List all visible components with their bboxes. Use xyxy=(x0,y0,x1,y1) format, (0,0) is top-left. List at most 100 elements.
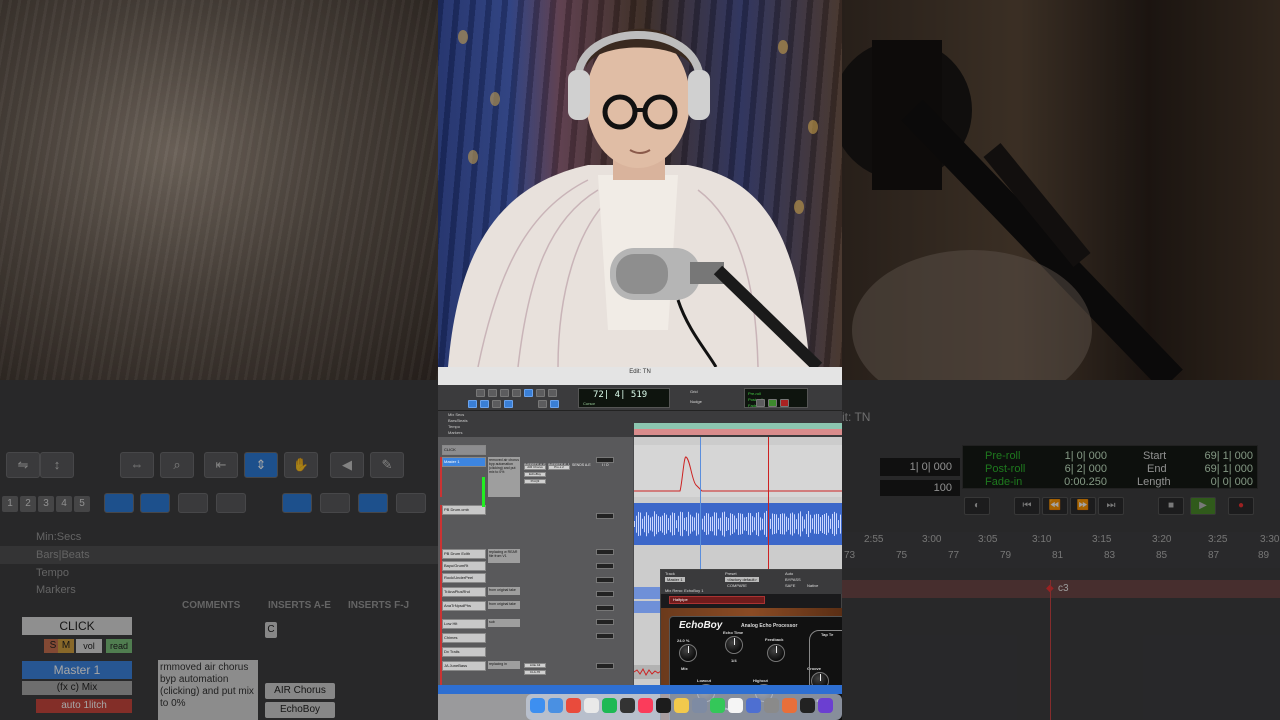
waveform-sample xyxy=(824,514,825,534)
safe-button[interactable]: SAFE xyxy=(785,583,795,588)
track-master[interactable]: Master 1 xyxy=(442,457,486,467)
feedback-knob[interactable] xyxy=(767,644,785,662)
drum-volume[interactable] xyxy=(596,513,614,519)
track-rock-underpeel[interactable]: Rock/UnderPeel xyxy=(442,573,486,583)
comment-master[interactable]: removed air chorus byp automation (click… xyxy=(488,457,520,497)
group-toggle-button[interactable] xyxy=(550,400,559,408)
track-volume-8[interactable] xyxy=(596,663,614,669)
grabber-tool-button[interactable] xyxy=(536,389,545,397)
plugin-preset-label: Preset xyxy=(725,571,737,576)
track-volume-7[interactable] xyxy=(596,633,614,639)
waveform-sample xyxy=(820,516,821,532)
track-volume-3[interactable] xyxy=(596,577,614,583)
app-icon-2[interactable] xyxy=(782,698,797,713)
insert-air-chorus[interactable]: AIR Chorus xyxy=(524,465,546,470)
plugin-preset-select[interactable]: <factory default> xyxy=(725,577,759,582)
settings-icon[interactable] xyxy=(764,698,779,713)
comment-tranaplus[interactable]: from original take xyxy=(488,587,520,595)
waveform-sample xyxy=(640,512,641,536)
calendar-icon[interactable] xyxy=(728,698,743,713)
app-icon-3[interactable] xyxy=(818,698,833,713)
insert-pro-l2[interactable]: Pro-L 2 xyxy=(548,465,570,470)
plugin-app-icon[interactable] xyxy=(656,698,671,713)
waveform-sample xyxy=(746,517,747,531)
track-bayu-grum[interactable]: Bayu/GrumRt xyxy=(442,561,486,571)
insert-cla-76[interactable]: CLA-76 xyxy=(524,670,546,675)
insert-little-alt[interactable]: Little Alt xyxy=(524,663,546,668)
track-volume-1[interactable] xyxy=(596,549,614,555)
waveform-sample xyxy=(676,519,677,529)
track-pb-drum-eclth[interactable]: PB Drum Eclth xyxy=(442,549,486,559)
folder-icon[interactable] xyxy=(674,698,689,713)
edit-toolbar: 72| 4| 519 Cursor Grid Nudge Pre-roll Po… xyxy=(438,385,842,411)
track-low-hit[interactable]: Low Hit xyxy=(442,619,486,629)
shuffle-mode-button[interactable] xyxy=(476,389,485,397)
insertion-follows-button[interactable] xyxy=(504,400,513,408)
waveform-sample xyxy=(764,513,765,535)
selector-tool-button[interactable] xyxy=(524,389,533,397)
record-button[interactable] xyxy=(780,399,789,407)
track-tranaplus[interactable]: TrAnaPlusRhd xyxy=(442,587,486,597)
spot-mode-button[interactable] xyxy=(488,389,497,397)
comment-low-hit[interactable]: sub xyxy=(488,619,520,627)
music-icon[interactable] xyxy=(638,698,653,713)
bypass-button[interactable]: BYPASS xyxy=(785,577,801,582)
play-button[interactable] xyxy=(768,399,777,407)
echo-time-knob[interactable] xyxy=(725,636,743,654)
pencil-tool-button[interactable] xyxy=(548,389,557,397)
waveform-sample xyxy=(642,519,643,529)
track-anatrnpsd[interactable]: AnaTrNpsdPhs xyxy=(442,601,486,611)
track-dx-trails[interactable]: Dx Trails xyxy=(442,647,486,657)
compare-button[interactable]: COMPARE xyxy=(727,583,747,588)
messages-icon[interactable] xyxy=(710,698,725,713)
app-icon-1[interactable] xyxy=(746,698,761,713)
track-click[interactable]: CLICK xyxy=(442,445,486,455)
main-counter[interactable]: 72| 4| 519 Cursor xyxy=(578,388,670,408)
track-volume-5[interactable] xyxy=(596,605,614,611)
trim-tool-button[interactable] xyxy=(512,389,521,397)
plugin-track-select[interactable]: Master 1 xyxy=(665,577,685,582)
link-timeline-button[interactable] xyxy=(492,400,501,408)
track-ja-junebass[interactable]: JA JuneBass xyxy=(442,661,486,671)
safari-icon[interactable] xyxy=(548,698,563,713)
volume-automation-curve xyxy=(634,456,842,492)
logic-icon[interactable] xyxy=(620,698,635,713)
waveform-sample xyxy=(806,513,807,535)
waveform-sample xyxy=(782,513,783,535)
track-pb-drum-cmb[interactable]: PB Drum.cmb xyxy=(442,505,486,515)
mix-knob[interactable] xyxy=(679,644,697,662)
pro-tools-icon[interactable] xyxy=(800,698,815,713)
notes-icon[interactable] xyxy=(584,698,599,713)
waveform-sample xyxy=(822,514,823,534)
master-volume[interactable] xyxy=(596,457,614,463)
insert-echoboy[interactable]: EchoBoy xyxy=(524,472,546,477)
edit-window: Mix Secs Bars/Beats Tempo Markers COMMEN… xyxy=(438,411,842,720)
stop-button[interactable] xyxy=(756,399,765,407)
zoom-tool-button[interactable] xyxy=(500,389,509,397)
insert-proq3[interactable]: ProQ3 xyxy=(524,479,546,484)
headphone-right-cup xyxy=(688,70,710,120)
comment-junebass[interactable]: replacing in xyxy=(488,661,520,669)
grid-mode-button[interactable] xyxy=(468,400,477,408)
track-volume-2[interactable] xyxy=(596,563,614,569)
waveform-sample xyxy=(646,511,647,537)
waveform-sample xyxy=(792,512,793,536)
system-icon[interactable] xyxy=(692,698,707,713)
track-volume-4[interactable] xyxy=(596,591,614,597)
chrome-icon[interactable] xyxy=(566,698,581,713)
spotify-icon[interactable] xyxy=(602,698,617,713)
track-volume-6[interactable] xyxy=(596,619,614,625)
waveform-sample xyxy=(688,512,689,536)
track-chimes[interactable]: Chimes xyxy=(442,633,486,643)
waveform-sample xyxy=(696,512,697,536)
echoboy-logo: EchoBoy xyxy=(679,620,723,631)
tab-transient-button[interactable] xyxy=(480,400,489,408)
finder-icon[interactable] xyxy=(530,698,545,713)
waveform-sample xyxy=(808,511,809,537)
waveform-sample xyxy=(758,511,759,537)
waveform-sample xyxy=(826,512,827,536)
comment-drum[interactable]: replacing w REAR file from V1 xyxy=(488,549,520,563)
comment-anatrnpsd[interactable]: from original take xyxy=(488,601,520,609)
keyboard-focus-button[interactable] xyxy=(538,400,547,408)
preset-browser[interactable]: Halfpipe xyxy=(669,596,765,604)
